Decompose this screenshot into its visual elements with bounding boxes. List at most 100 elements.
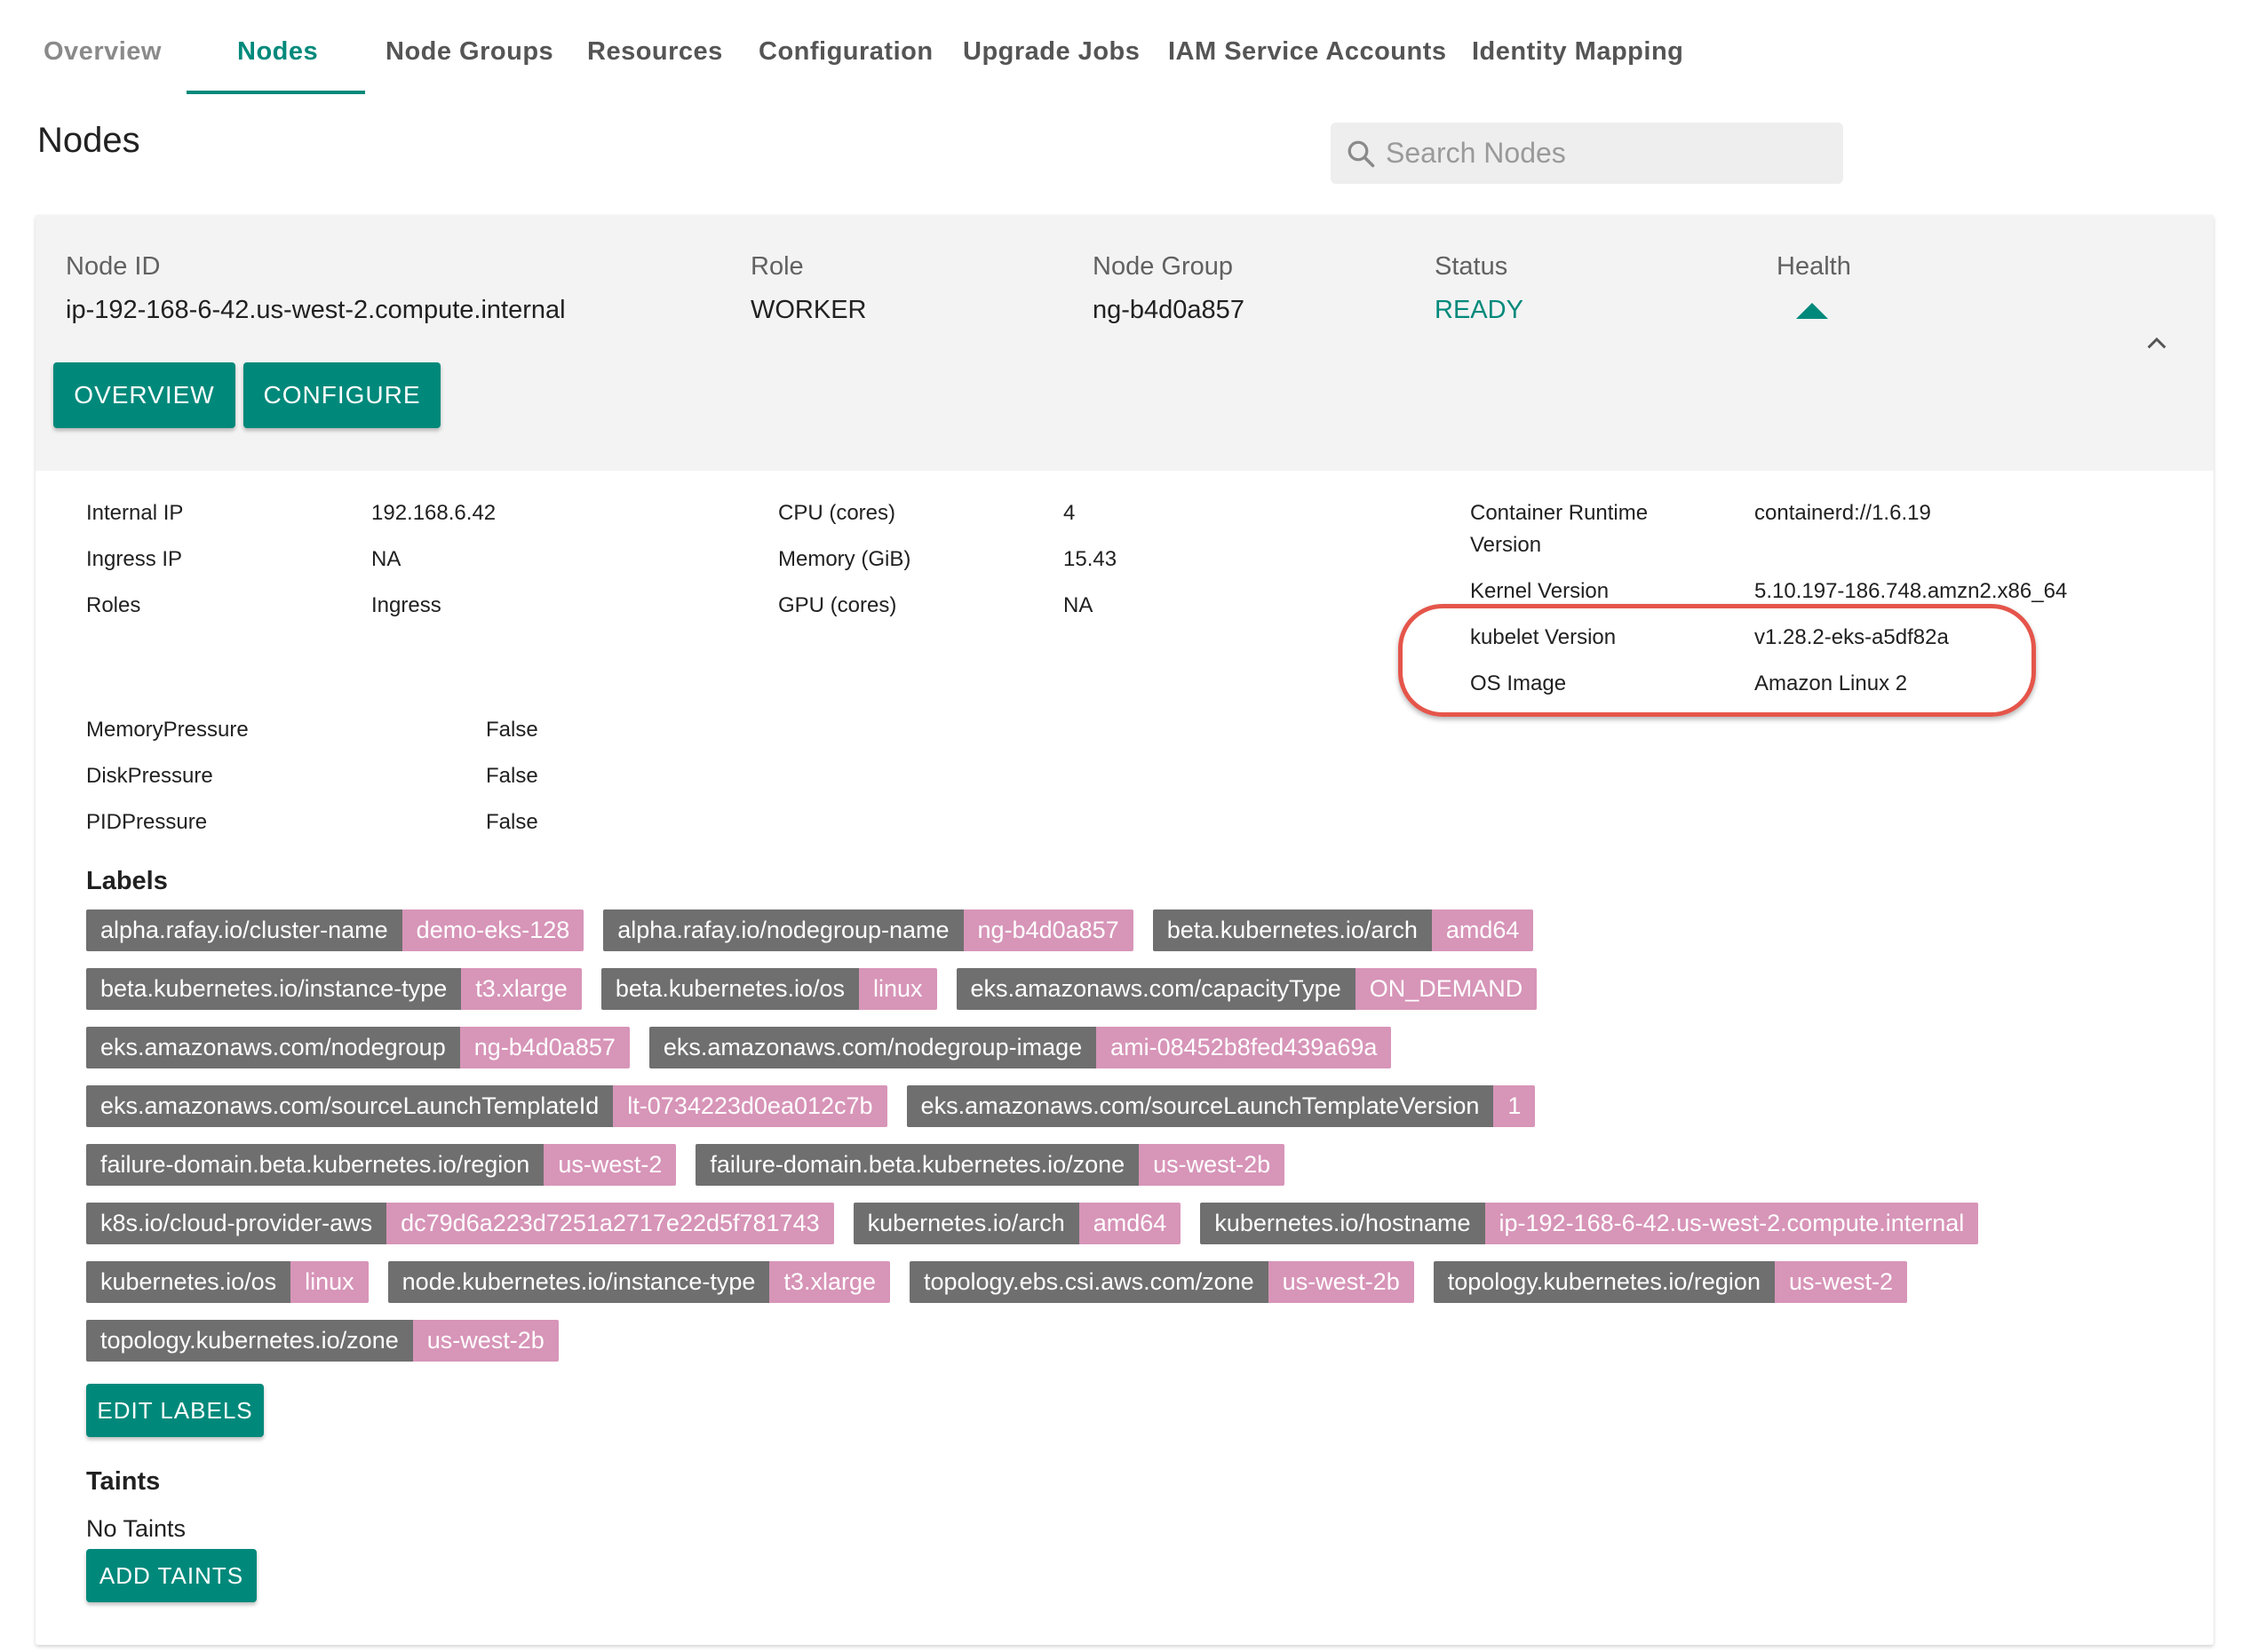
label-key: topology.kubernetes.io/zone	[86, 1320, 413, 1362]
label-key: alpha.rafay.io/nodegroup-name	[603, 909, 964, 951]
label-chip[interactable]: beta.kubernetes.io/os linux	[600, 968, 937, 1010]
labels-heading: Labels	[86, 867, 168, 895]
tab-bar: Overview Nodes Node Groups Resources Con…	[0, 0, 2242, 98]
label-chip[interactable]: beta.kubernetes.io/arch amd64	[1152, 909, 1534, 951]
tab-node-groups[interactable]: Node Groups	[386, 20, 553, 94]
label-value: us-west-2	[1774, 1261, 1907, 1303]
node-group-value: ng-b4d0a857	[1093, 296, 1244, 324]
status-label: Status	[1435, 252, 1508, 281]
taints-heading: Taints	[86, 1467, 161, 1496]
add-taints-button[interactable]: ADD TAINTS	[86, 1549, 257, 1602]
label-key: eks.amazonaws.com/sourceLaunchTemplateVe…	[906, 1085, 1494, 1127]
condition-name: DiskPressure	[86, 764, 213, 788]
label-value: ON_DEMAND	[1355, 968, 1538, 1010]
label-chip[interactable]: eks.amazonaws.com/capacityType ON_DEMAND	[956, 968, 1538, 1010]
memory-value: 15.43	[1063, 547, 1117, 571]
labels-row: beta.kubernetes.io/instance-type t3.xlarg…	[86, 968, 2165, 1027]
overview-button[interactable]: OVERVIEW	[53, 362, 235, 428]
label-chip[interactable]: eks.amazonaws.com/sourceLaunchTemplateId…	[86, 1085, 887, 1127]
configure-button[interactable]: CONFIGURE	[243, 362, 441, 428]
label-key: eks.amazonaws.com/sourceLaunchTemplateId	[86, 1085, 614, 1127]
gpu-label: GPU (cores)	[778, 593, 897, 617]
labels-row: eks.amazonaws.com/sourceLaunchTemplateId…	[86, 1085, 2165, 1144]
kernel-version-value: 5.10.197-186.748.amzn2.x86_64	[1754, 579, 2068, 603]
condition-value: False	[486, 764, 538, 788]
chevron-up-icon[interactable]	[2143, 329, 2171, 357]
label-chip[interactable]: eks.amazonaws.com/nodegroup-image ami-084…	[648, 1027, 1392, 1068]
label-key: eks.amazonaws.com/capacityType	[956, 968, 1356, 1010]
memory-label: Memory (GiB)	[778, 547, 911, 571]
label-chip[interactable]: node.kubernetes.io/instance-type t3.xlarg…	[387, 1261, 890, 1303]
label-chip[interactable]: eks.amazonaws.com/nodegroup ng-b4d0a857	[86, 1027, 630, 1068]
highlight-annotation	[1398, 604, 2036, 717]
status-column: Status READY	[1435, 252, 1523, 325]
tab-resources[interactable]: Resources	[587, 20, 723, 94]
labels-row: kubernetes.io/os linux node.kubernetes.io…	[86, 1261, 2165, 1320]
label-key: eks.amazonaws.com/nodegroup-image	[648, 1027, 1097, 1068]
label-chip[interactable]: topology.kubernetes.io/zone us-west-2b	[86, 1320, 559, 1362]
labels-row: topology.kubernetes.io/zone us-west-2b	[86, 1320, 2165, 1378]
tab-iam-service-accounts[interactable]: IAM Service Accounts	[1168, 20, 1447, 94]
health-up-icon	[1796, 303, 1828, 319]
label-key: beta.kubernetes.io/instance-type	[86, 968, 462, 1010]
label-key: node.kubernetes.io/instance-type	[387, 1261, 770, 1303]
internal-ip-label: Internal IP	[86, 501, 184, 525]
active-tab-indicator	[187, 91, 365, 94]
labels-row: k8s.io/cloud-provider-aws dc79d6a223d7251…	[86, 1203, 2165, 1261]
label-chip[interactable]: failure-domain.beta.kubernetes.io/zone us…	[696, 1144, 1285, 1186]
label-value: amd64	[1431, 909, 1534, 951]
tab-upgrade-jobs[interactable]: Upgrade Jobs	[963, 20, 1140, 94]
label-value: linux	[290, 1261, 369, 1303]
label-chip[interactable]: beta.kubernetes.io/instance-type t3.xlarg…	[86, 968, 582, 1010]
label-value: demo-eks-128	[401, 909, 584, 951]
label-chip[interactable]: topology.ebs.csi.aws.com/zone us-west-2b	[909, 1261, 1414, 1303]
label-chip[interactable]: kubernetes.io/os linux	[86, 1261, 369, 1303]
node-id-value: ip-192-168-6-42.us-west-2.compute.intern…	[66, 296, 566, 324]
tab-nodes[interactable]: Nodes	[237, 20, 318, 94]
label-chip[interactable]: topology.kubernetes.io/region us-west-2	[1433, 1261, 1907, 1303]
label-value: ng-b4d0a857	[459, 1027, 630, 1068]
label-key: kubernetes.io/hostname	[1200, 1203, 1485, 1244]
container-runtime-label: Container Runtime	[1470, 501, 1649, 525]
status-value: READY	[1435, 296, 1523, 324]
tab-overview[interactable]: Overview	[44, 20, 162, 94]
node-group-label: Node Group	[1093, 252, 1233, 281]
search-input[interactable]	[1386, 123, 1830, 184]
label-chip[interactable]: alpha.rafay.io/nodegroup-name ng-b4d0a857	[603, 909, 1133, 951]
label-key: eks.amazonaws.com/nodegroup	[86, 1027, 460, 1068]
label-key: kubernetes.io/os	[86, 1261, 291, 1303]
label-key: topology.kubernetes.io/region	[1433, 1261, 1775, 1303]
label-chip[interactable]: failure-domain.beta.kubernetes.io/region…	[86, 1144, 677, 1186]
cpu-label: CPU (cores)	[778, 501, 896, 525]
edit-labels-button[interactable]: EDIT LABELS	[86, 1384, 264, 1437]
role-label: Role	[751, 252, 804, 281]
label-value: 1	[1493, 1085, 1536, 1127]
label-key: failure-domain.beta.kubernetes.io/zone	[696, 1144, 1140, 1186]
label-value: ami-08452b8fed439a69a	[1096, 1027, 1392, 1068]
role-value: WORKER	[751, 296, 867, 324]
ingress-ip-label: Ingress IP	[86, 547, 183, 571]
internal-ip-value: 192.168.6.42	[371, 501, 497, 525]
container-runtime-value: containerd://1.6.19	[1754, 501, 1931, 525]
label-value: dc79d6a223d7251a2717e22d5f781743	[386, 1203, 834, 1244]
label-key: topology.ebs.csi.aws.com/zone	[909, 1261, 1268, 1303]
label-chip[interactable]: k8s.io/cloud-provider-aws dc79d6a223d7251…	[86, 1203, 834, 1244]
label-chip[interactable]: kubernetes.io/hostname ip-192-168-6-42.us…	[1200, 1203, 1979, 1244]
labels-list: alpha.rafay.io/cluster-name demo-eks-128 …	[86, 909, 2165, 1378]
label-value: us-west-2	[544, 1144, 677, 1186]
no-taints-text: No Taints	[86, 1515, 187, 1542]
condition-value: False	[486, 810, 538, 834]
label-chip[interactable]: kubernetes.io/arch amd64	[853, 1203, 1181, 1244]
tab-configuration[interactable]: Configuration	[759, 20, 934, 94]
label-value: ng-b4d0a857	[963, 909, 1133, 951]
health-column: Health	[1777, 252, 1851, 319]
gpu-value: NA	[1063, 593, 1093, 617]
condition-value: False	[486, 718, 538, 742]
label-chip[interactable]: eks.amazonaws.com/sourceLaunchTemplateVe…	[906, 1085, 1536, 1127]
node-group-column: Node Group ng-b4d0a857	[1093, 252, 1244, 325]
roles-value: Ingress	[371, 593, 441, 617]
label-chip[interactable]: alpha.rafay.io/cluster-name demo-eks-128	[86, 909, 584, 951]
label-key: failure-domain.beta.kubernetes.io/region	[86, 1144, 545, 1186]
condition-name: MemoryPressure	[86, 718, 249, 742]
tab-identity-mapping[interactable]: Identity Mapping	[1472, 20, 1683, 94]
